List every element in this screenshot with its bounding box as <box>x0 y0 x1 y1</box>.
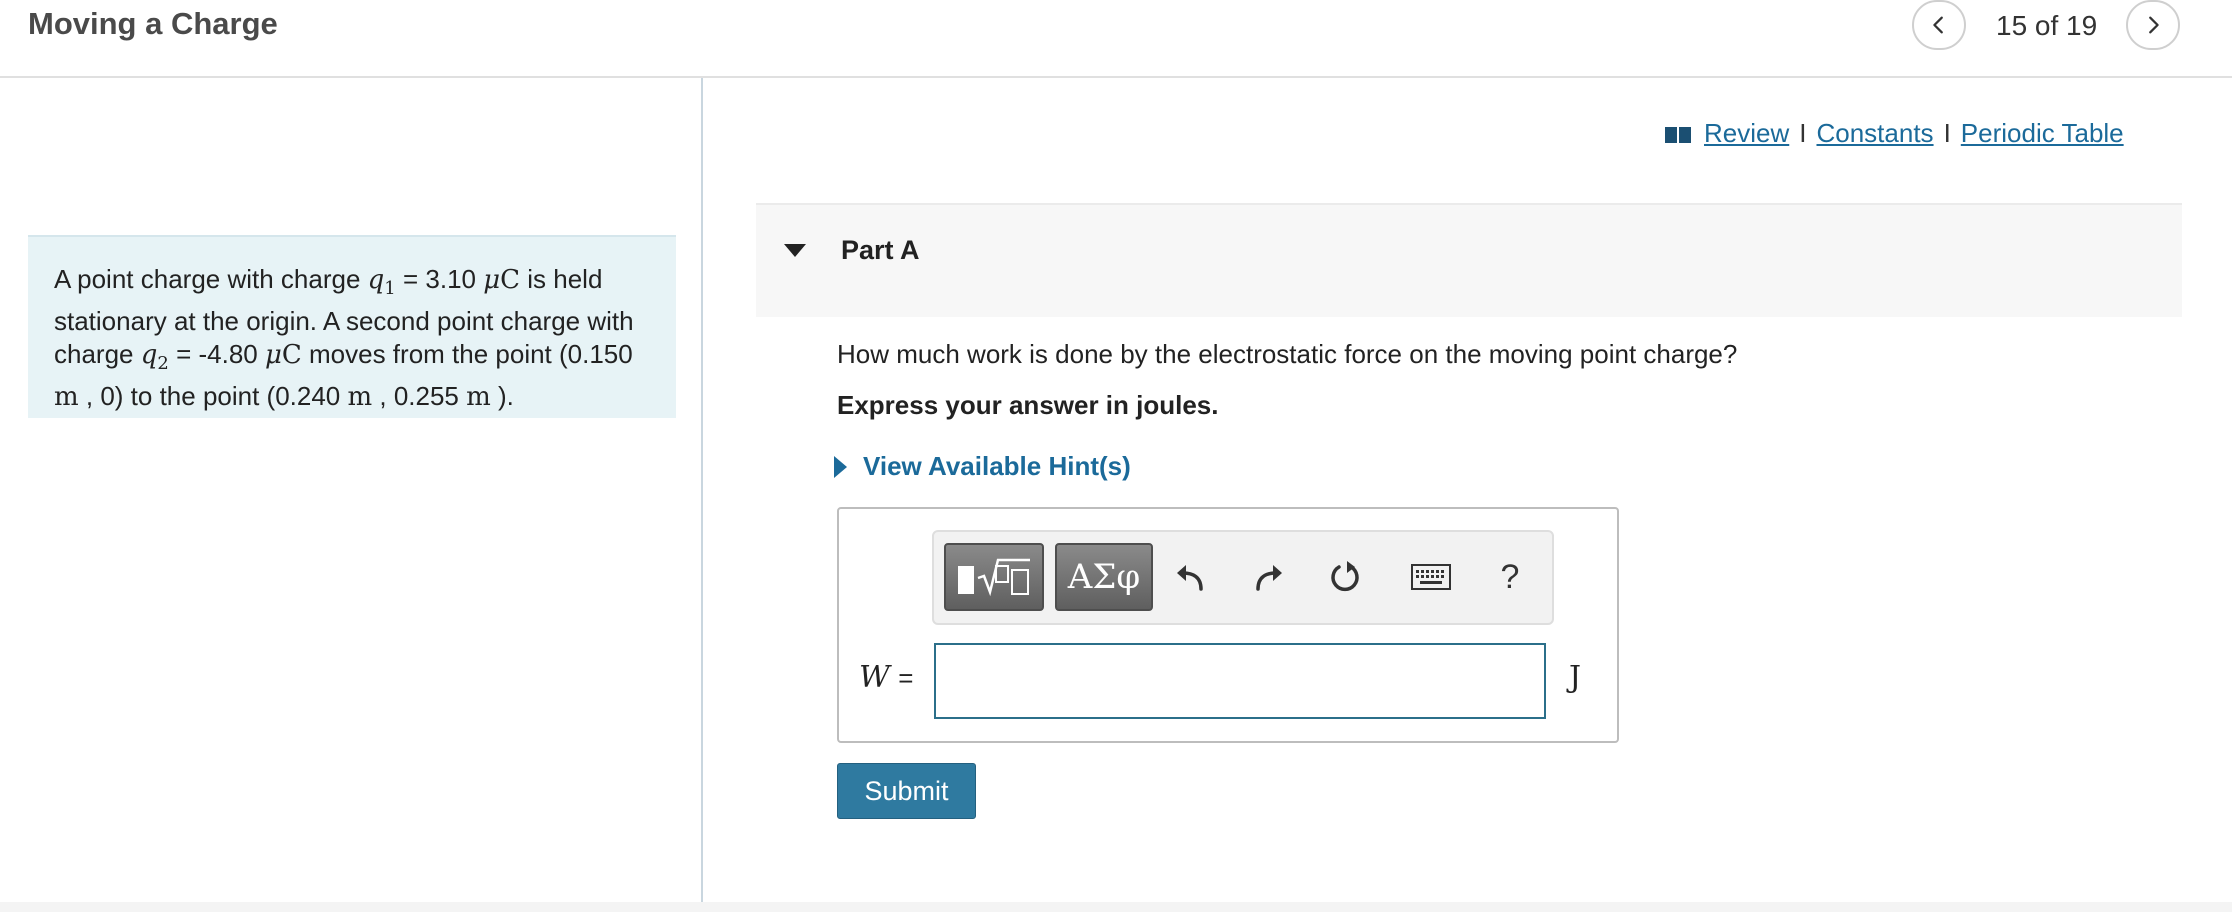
bottom-strip <box>0 902 2232 912</box>
submit-button[interactable]: Submit <box>837 763 976 819</box>
link-separator: I <box>1943 118 1951 148</box>
meter-unit: m <box>466 382 491 413</box>
problem-text: moves from the point (0.150 <box>301 339 633 370</box>
next-item-button[interactable] <box>2126 0 2180 50</box>
page-title: Moving a Charge <box>28 6 278 41</box>
keyboard-icon <box>1411 564 1451 590</box>
question-text: How much work is done by the electrostat… <box>837 339 1738 369</box>
item-counter: 15 of 19 <box>1996 10 2098 41</box>
review-link[interactable]: Review <box>1704 118 1789 149</box>
mu-symbol: μ <box>483 265 501 295</box>
problem-text: , 0) to the point (0.240 <box>78 381 348 412</box>
pane-divider[interactable] <box>701 78 703 904</box>
constants-link[interactable]: Constants <box>1816 118 1933 149</box>
meter-unit: m <box>54 382 79 413</box>
problem-text: , 0.255 <box>372 381 467 412</box>
problem-statement: A point charge with charge q1 = 3.10 μC … <box>28 235 676 418</box>
reset-icon <box>1331 561 1359 592</box>
part-title: Part A <box>841 235 920 265</box>
help-button[interactable]: ? <box>1487 554 1533 600</box>
header-bar: Moving a Charge 15 of 19 <box>0 0 2232 78</box>
problem-text: A point charge with charge <box>54 264 368 294</box>
undo-icon <box>1177 565 1203 591</box>
math-toolbar: ΑΣφ ? <box>932 530 1554 625</box>
greek-symbols-icon: ΑΣφ <box>1067 557 1141 597</box>
book-icon <box>1665 126 1691 143</box>
chevron-left-icon <box>1933 16 1943 34</box>
link-separator: I <box>1799 118 1807 148</box>
expand-caret-icon <box>834 455 847 478</box>
redo-button[interactable] <box>1245 554 1291 600</box>
templates-icon <box>958 558 1030 597</box>
help-icon: ? <box>1500 557 1520 596</box>
undo-button[interactable] <box>1168 554 1214 600</box>
answer-unit-label: J <box>1569 660 1582 695</box>
q1-symbol: q1 <box>367 265 396 300</box>
hint-label: View Available Hint(s) <box>863 451 1131 481</box>
collapse-caret-icon[interactable] <box>784 244 806 257</box>
coulomb-unit: C <box>281 340 302 371</box>
templates-button[interactable] <box>944 543 1044 611</box>
problem-text: = -4.80 <box>168 339 265 370</box>
mu-symbol: μ <box>264 340 282 371</box>
keyboard-button[interactable] <box>1408 554 1454 600</box>
resource-links: Review I Constants I Periodic Table <box>1664 118 2124 149</box>
q2-symbol: q2 <box>140 340 169 375</box>
meter-unit: m <box>347 382 373 413</box>
periodic-table-link[interactable]: Periodic Table <box>1961 118 2124 149</box>
problem-text: ). <box>490 381 514 412</box>
coulomb-unit: C <box>500 265 521 295</box>
answer-instruction: Express your answer in joules. <box>837 390 1219 420</box>
problem-text: = 3.10 <box>395 264 484 294</box>
previous-item-button[interactable] <box>1912 0 1966 50</box>
view-hints-toggle[interactable]: View Available Hint(s) <box>834 451 1131 482</box>
part-a-header[interactable] <box>756 203 2182 317</box>
chevron-right-icon <box>2149 16 2159 34</box>
greek-symbols-button[interactable]: ΑΣφ <box>1055 543 1153 611</box>
redo-icon <box>1256 565 1282 591</box>
reset-button[interactable] <box>1322 554 1368 600</box>
answer-variable-label: W = <box>859 660 914 695</box>
answer-input[interactable] <box>934 643 1546 719</box>
